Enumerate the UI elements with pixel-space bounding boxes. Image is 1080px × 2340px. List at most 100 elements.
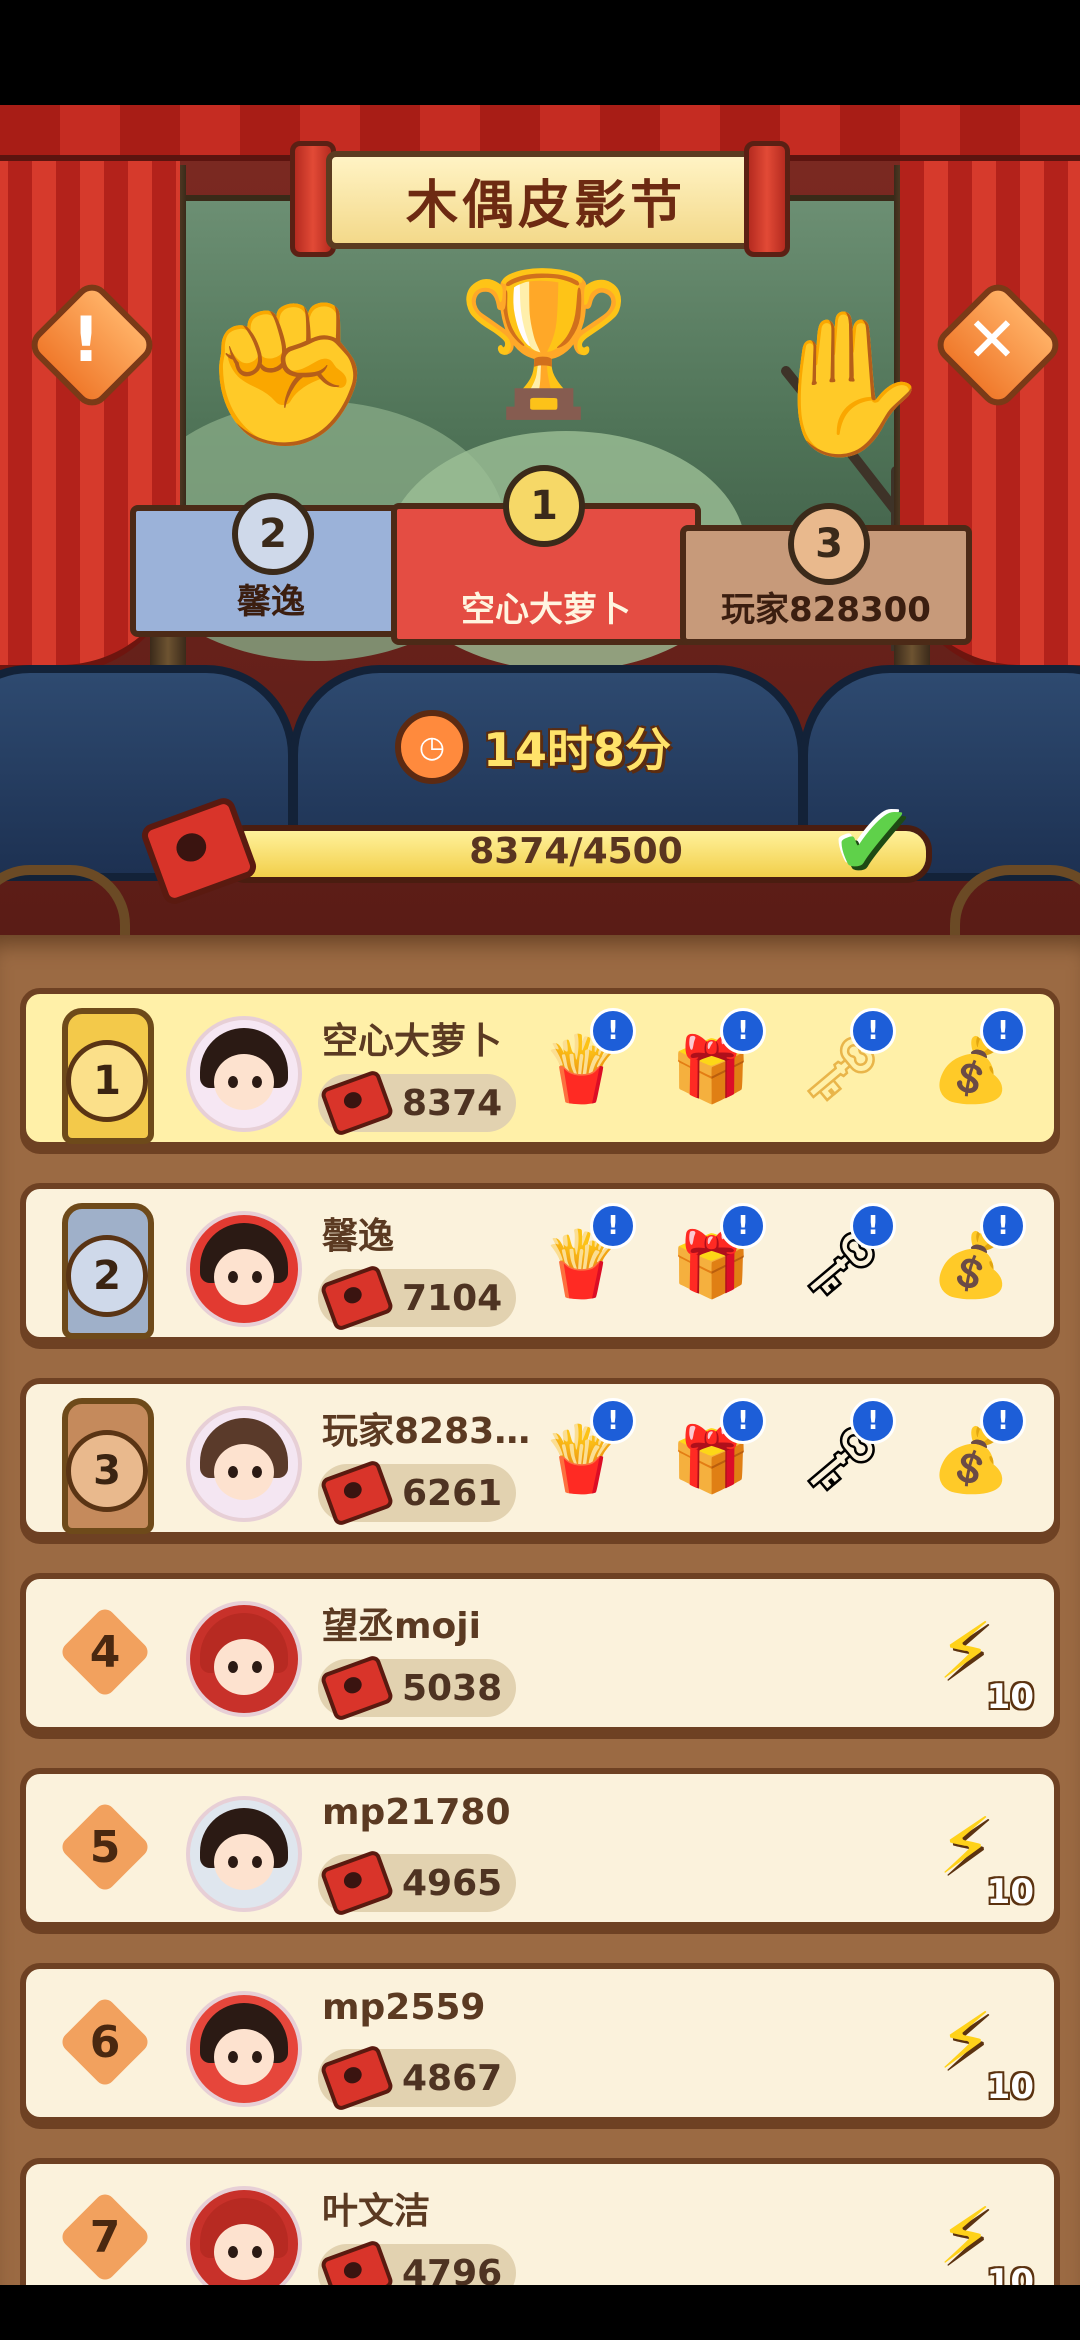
avatar-eye	[252, 1661, 262, 1673]
info-badge-icon[interactable]: !	[720, 1008, 766, 1054]
gold-trophy-icon: 🏆	[457, 263, 632, 426]
score-pill: 8374	[318, 1068, 516, 1138]
info-badge-icon[interactable]: !	[850, 1008, 896, 1054]
avatar-face	[214, 1444, 274, 1500]
ticket-icon	[319, 2043, 395, 2113]
podium-second: ✊ 馨逸 2	[120, 293, 420, 637]
player-name: 馨逸	[322, 1216, 395, 1257]
clock-icon: ◷	[395, 710, 469, 784]
bronze-hand-statue-icon: ✋	[760, 303, 935, 466]
info-badge-icon[interactable]: !	[590, 1008, 636, 1054]
reward-item[interactable]: 🍟 !	[536, 1398, 636, 1514]
rank-badge: 3	[788, 503, 870, 585]
reward-item[interactable]: 🎁 !	[666, 1008, 766, 1124]
score-value: 8374	[402, 1082, 503, 1124]
reward-item[interactable]: 💰 !	[926, 1203, 1026, 1319]
reward-item[interactable]: 🍟 !	[536, 1008, 636, 1124]
event-title: 木偶皮影节	[405, 175, 686, 236]
info-badge-icon[interactable]: !	[850, 1398, 896, 1444]
lightning-bolt-icon: ⚡	[938, 1607, 993, 1697]
avatar-eye	[252, 2246, 262, 2258]
avatar[interactable]	[186, 1211, 302, 1327]
ticket-icon	[319, 1263, 395, 1333]
reward-item[interactable]: 🎁 !	[666, 1203, 766, 1319]
gold-rank-medal-icon: 1	[50, 1008, 154, 1144]
leaderboard-row[interactable]: 5 mp21780 4965 ⚡ 10	[20, 1768, 1060, 1928]
podium-player-name: 馨逸	[237, 582, 305, 622]
leaderboard-list[interactable]: 1 空心大萝卜 8374 🍟 ! 🎁 ! 🗝 ! 💰 ! 2 馨逸 7104 🍟…	[0, 935, 1080, 2318]
podium-third: ✋ 玩家828300 3	[680, 303, 980, 645]
avatar-face	[214, 1249, 274, 1305]
avatar-eye	[228, 1466, 238, 1478]
avatar-face	[214, 2029, 274, 2085]
energy-reward[interactable]: ⚡ 10	[934, 1802, 1034, 1912]
bronze-rank-medal-icon: 3	[50, 1398, 154, 1534]
avatar[interactable]	[186, 1796, 302, 1912]
info-badge-icon[interactable]: !	[980, 1398, 1026, 1444]
ticket-icon	[319, 1653, 395, 1723]
reward-item[interactable]: 🗝 !	[796, 1203, 896, 1319]
avatar-face	[214, 2224, 274, 2280]
reward-item[interactable]: 💰 !	[926, 1008, 1026, 1124]
player-name: 叶文洁	[322, 2191, 431, 2232]
leaderboard-row[interactable]: 3 玩家8283… 6261 🍟 ! 🎁 ! 🗝 ! 💰 !	[20, 1378, 1060, 1538]
player-name: mp2559	[322, 1987, 486, 2028]
info-badge-icon[interactable]: !	[980, 1203, 1026, 1249]
reward-item[interactable]: 💰 !	[926, 1398, 1026, 1514]
ticket-icon	[138, 794, 260, 908]
avatar[interactable]	[186, 1991, 302, 2107]
scroll-roll	[744, 141, 790, 257]
score-pill: 4965	[318, 1848, 516, 1918]
info-badge-icon[interactable]: !	[590, 1203, 636, 1249]
score-pill: 7104	[318, 1263, 516, 1333]
avatar-face	[214, 1639, 274, 1695]
avatar-face	[214, 1834, 274, 1890]
timer-text: 14时8分	[483, 723, 672, 777]
rank-number: 7	[89, 2211, 121, 2263]
score-value: 4867	[402, 2057, 503, 2099]
reward-item[interactable]: 🗝 !	[796, 1008, 896, 1124]
avatar[interactable]	[186, 1601, 302, 1717]
event-timer: ◷ 14时8分	[395, 710, 672, 784]
reward-item[interactable]: 🎁 !	[666, 1398, 766, 1514]
info-badge-icon[interactable]: !	[850, 1203, 896, 1249]
energy-reward[interactable]: ⚡ 10	[934, 1607, 1034, 1717]
progress-text: 8374/4500	[469, 831, 683, 872]
info-badge-icon[interactable]: !	[720, 1203, 766, 1249]
info-badge-icon[interactable]: !	[980, 1008, 1026, 1054]
rank-number: 5	[89, 1821, 121, 1873]
avatar-eye	[228, 1856, 238, 1868]
energy-reward[interactable]: ⚡ 10	[934, 1997, 1034, 2107]
silver-fist-statue-icon: ✊	[200, 293, 375, 456]
checkmark-icon: ✔	[830, 782, 914, 899]
ticket-icon	[319, 1848, 395, 1918]
reward-item[interactable]: 🗝 !	[796, 1398, 896, 1514]
avatar-eye	[228, 2051, 238, 2063]
navigation-bar	[0, 2285, 1080, 2340]
leaderboard-row[interactable]: 1 空心大萝卜 8374 🍟 ! 🎁 ! 🗝 ! 💰 !	[20, 988, 1060, 1148]
energy-count: 10	[986, 1872, 1034, 1912]
score-value: 4965	[402, 1862, 503, 1904]
ticket-icon	[319, 1458, 395, 1528]
rank-badge: 2	[232, 493, 314, 575]
game-screen: 木偶皮影节 ! ✕ ✊ 馨逸 2 🏆 空心大萝卜 1 ✋ 玩家828300 3 …	[0, 0, 1080, 2340]
avatar-eye	[228, 1076, 238, 1088]
avatar-eye	[252, 1466, 262, 1478]
player-name: 空心大萝卜	[322, 1021, 503, 1062]
avatar-eye	[252, 1271, 262, 1283]
silver-rank-medal-icon: 2	[50, 1203, 154, 1339]
score-value: 6261	[402, 1472, 503, 1514]
info-badge-icon[interactable]: !	[590, 1398, 636, 1444]
reward-item[interactable]: 🍟 !	[536, 1203, 636, 1319]
leaderboard-row[interactable]: 2 馨逸 7104 🍟 ! 🎁 ! 🗝 ! 💰 !	[20, 1183, 1060, 1343]
rank-badge: 1	[503, 465, 585, 547]
leaderboard-row[interactable]: 4 望丞moji 5038 ⚡ 10	[20, 1573, 1060, 1733]
leaderboard-row[interactable]: 6 mp2559 4867 ⚡ 10	[20, 1963, 1060, 2123]
avatar[interactable]	[186, 1016, 302, 1132]
ticket-icon	[319, 1068, 395, 1138]
avatar-eye	[252, 1856, 262, 1868]
podium-player-name: 玩家828300	[721, 590, 931, 630]
info-badge-icon[interactable]: !	[720, 1398, 766, 1444]
avatar[interactable]	[186, 1406, 302, 1522]
avatar-face	[214, 1054, 274, 1110]
